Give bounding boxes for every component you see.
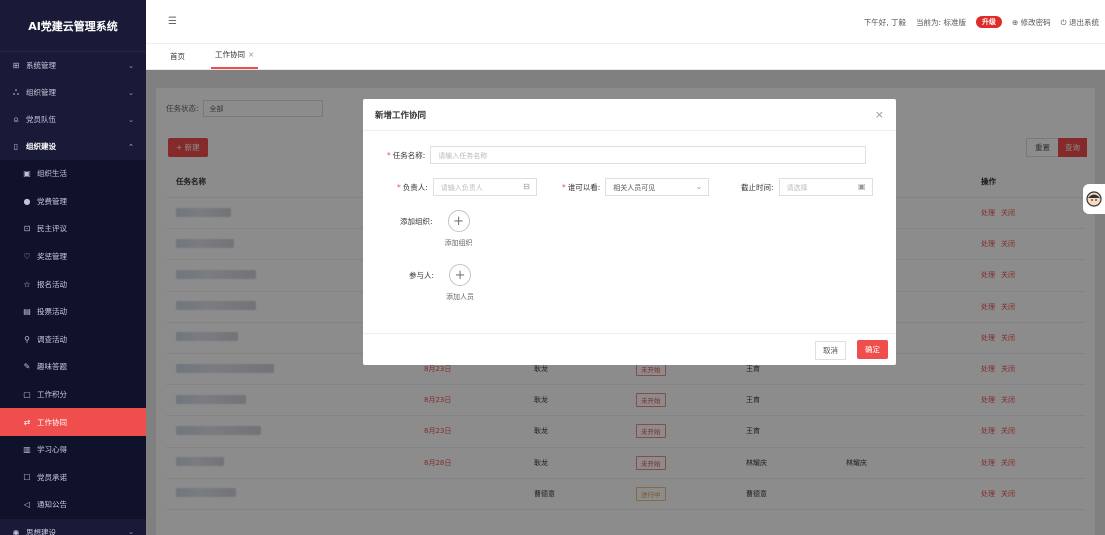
sidebar-sub-item[interactable]: ✎ 趣味答题 [0, 353, 146, 381]
sidebar-sub-item[interactable]: ● 党费管理 [0, 188, 146, 216]
owner-label: 负责人: [402, 182, 428, 192]
sidebar-item-system[interactable]: ⊞ 系统管理 ⌄ [0, 52, 146, 79]
user-icon: ⍝ [13, 114, 19, 124]
sidebar: AI党建云管理系统 ⊞ 系统管理 ⌄ ஃ 组织管理 ⌄ ⍝ 党员队伍 ⌄ ▯ 组织建设 ⌃ ▣ 组… [0, 0, 146, 535]
notice-icon: ◁ [23, 500, 31, 510]
chevron-down-icon: ⌄ [128, 88, 134, 97]
ballot-icon: ▤ [23, 307, 31, 317]
vote-icon: ⊡ [23, 224, 31, 234]
dialog-footer: 取消 确定 [363, 333, 896, 365]
deadline-label: 截止时间: [741, 182, 774, 192]
sidebar-sub-item[interactable]: ▣ 组织生活 [0, 160, 146, 188]
edition: 当前为: 标准版 [916, 17, 966, 27]
tab-collab[interactable]: 工作协同 × [211, 49, 259, 69]
chevron-down-icon: ⌄ [128, 61, 134, 70]
tab-bar: 首页 工作协同 × [146, 44, 1105, 70]
topbar: ☰ 下午好, 丁毅 当前为: 标准版 升级 ⊕ 修改密码 ⏻ 退出系统 [146, 0, 1105, 44]
add-org: + 添加组织 [445, 210, 473, 248]
sidebar-item-ideology[interactable]: ◉ 思想建设 ⌄ [0, 519, 146, 535]
chevron-up-icon: ⌃ [128, 142, 134, 151]
confirm-button[interactable]: 确定 [857, 340, 888, 359]
task-name-input[interactable]: 请输入任务名称 [430, 146, 867, 164]
search-icon: ⚲ [24, 334, 30, 344]
name-label: 任务名称: [392, 150, 426, 160]
assistant-avatar-icon[interactable] [1083, 184, 1105, 214]
dialog-title: 新增工作协同 [363, 99, 896, 131]
add-member-button[interactable]: + [449, 264, 472, 286]
add-org-label: 添加组织 [444, 239, 473, 247]
sidebar-sub-item[interactable]: ⊡ 民主评议 [0, 215, 146, 243]
trophy-icon: ♡ [23, 252, 31, 262]
member-label: 参与人: [409, 271, 435, 280]
sidebar-sub-item[interactable]: ▥ 学习心得 [0, 436, 146, 464]
sidebar-sub-item[interactable]: ◁ 通知公告 [0, 491, 146, 519]
close-icon[interactable]: × [248, 50, 254, 59]
change-password-link[interactable]: ⊕ 修改密码 [1012, 17, 1051, 28]
power-icon: ⏻ [1060, 17, 1067, 27]
visibility-select[interactable]: 相关人员可见 ⌄ [605, 178, 710, 196]
upgrade-badge[interactable]: 升级 [975, 16, 1002, 28]
star-icon: ☆ [23, 279, 31, 289]
calendar-icon: ▣ [857, 182, 866, 191]
contacts-icon[interactable]: ⊟ [523, 182, 530, 191]
new-collab-dialog: 新增工作协同 × * 任务名称: 请输入任务名称 * 负责人: 请输入负责人 ⊟ … [363, 99, 896, 365]
visible-label: 谁可以看: [567, 182, 601, 192]
calendar-icon: ▣ [23, 169, 31, 179]
sidebar-sub-item-active[interactable]: ⇄ 工作协同 [0, 408, 146, 436]
score-icon: ▢ [23, 390, 31, 400]
deadline-picker[interactable]: 请选择 ▣ [778, 178, 873, 196]
collab-icon: ⇄ [23, 417, 31, 427]
logout-link[interactable]: ⏻ 退出系统 [1061, 17, 1099, 28]
sidebar-sub-item[interactable]: ▤ 投票活动 [0, 298, 146, 326]
member-row: 参与人: + 添加人员 [409, 264, 474, 302]
top-right: 下午好, 丁毅 当前为: 标准版 升级 ⊕ 修改密码 ⏻ 退出系统 [864, 0, 1099, 44]
add-org-button[interactable]: + [447, 210, 470, 232]
sidebar-sub-item[interactable]: ▢ 工作积分 [0, 381, 146, 409]
org-row: 添加组织: + 添加组织 [400, 210, 473, 248]
sidebar-sub-item[interactable]: ☆ 报名活动 [0, 270, 146, 298]
sidebar-sub-item[interactable]: ⚲ 调查活动 [0, 326, 146, 354]
add-member: + 添加人员 [446, 264, 474, 302]
required-mark: * [562, 182, 566, 192]
book-icon: ▥ [23, 445, 31, 455]
required-mark: * [387, 150, 391, 160]
cancel-button[interactable]: 取消 [815, 341, 846, 360]
face-icon [1086, 191, 1102, 207]
add-member-label: 添加人员 [446, 293, 475, 301]
chevron-down-icon: ⌄ [128, 528, 134, 535]
grid-icon: ⊞ [12, 61, 20, 70]
promise-icon: ☐ [23, 472, 31, 482]
sidebar-sub-item[interactable]: ☐ 党员承诺 [0, 464, 146, 492]
submenu: ▣ 组织生活 ● 党费管理 ⊡ 民主评议 ♡ 奖惩管理 ☆ 报名活动 ▤ 投票活动 ⚲ 调查活… [0, 160, 146, 519]
required-mark: * [397, 182, 401, 192]
deadline-row: 截止时间: 请选择 ▣ [741, 178, 873, 196]
org-label: 添加组织: [400, 217, 433, 226]
doc-icon: ▯ [13, 142, 19, 151]
org-icon: ஃ [12, 87, 20, 97]
sidebar-item-org-building[interactable]: ▯ 组织建设 ⌃ [0, 133, 146, 160]
sidebar-sub-item[interactable]: ♡ 奖惩管理 [0, 243, 146, 271]
close-icon[interactable]: × [875, 108, 884, 121]
chevron-down-icon: ⌄ [695, 182, 703, 191]
quiz-icon: ✎ [23, 362, 31, 372]
owner-row: * 负责人: 请输入负责人 ⊟ [397, 178, 537, 196]
coin-icon: ● [23, 196, 31, 206]
sidebar-item-members[interactable]: ⍝ 党员队伍 ⌄ [0, 106, 146, 133]
visible-row: * 谁可以看: 相关人员可见 ⌄ [562, 178, 710, 196]
name-row: * 任务名称: 请输入任务名称 [387, 146, 867, 164]
greeting: 下午好, 丁毅 [863, 17, 907, 27]
lock-icon: ⊕ [1011, 17, 1019, 27]
owner-input[interactable]: 请输入负责人 ⊟ [432, 178, 537, 196]
menu-fold-icon[interactable]: ☰ [168, 16, 177, 27]
app-title: AI党建云管理系统 [0, 0, 146, 52]
chevron-down-icon: ⌄ [128, 115, 134, 124]
globe-icon: ◉ [12, 527, 20, 535]
tab-home[interactable]: 首页 [166, 51, 189, 69]
sidebar-item-org[interactable]: ஃ 组织管理 ⌄ [0, 79, 146, 106]
